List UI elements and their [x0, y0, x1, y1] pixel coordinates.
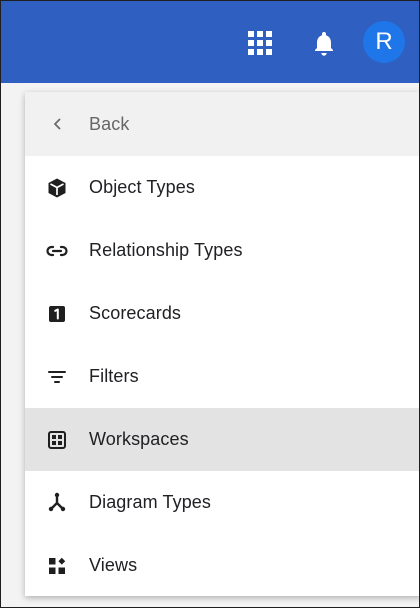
hub-icon	[25, 491, 89, 515]
views-icon	[25, 554, 89, 578]
menu-item-label: Views	[89, 555, 138, 575]
link-icon	[25, 239, 89, 263]
menu-item-label: Relationship Types	[89, 240, 243, 260]
menu-item-label: Object Types	[89, 177, 195, 197]
menu-item-label: Filters	[89, 366, 139, 386]
grid-apps-icon[interactable]	[247, 30, 273, 56]
menu-item-label: Diagram Types	[89, 492, 212, 512]
navigation-menu: Back Object Types Relationship Types Sco…	[25, 92, 419, 596]
back-label: Back	[89, 113, 130, 134]
chevron-left-icon	[25, 116, 89, 132]
menu-item-views[interactable]: Views	[25, 534, 419, 596]
menu-item-relationship-types[interactable]: Relationship Types	[25, 219, 419, 282]
back-button[interactable]: Back	[25, 92, 419, 156]
cube-icon	[25, 176, 89, 200]
menu-item-scorecards[interactable]: Scorecards	[25, 282, 419, 345]
avatar[interactable]: R	[363, 21, 405, 63]
filter-icon	[25, 365, 89, 389]
menu-item-label: Workspaces	[89, 429, 189, 449]
menu-item-filters[interactable]: Filters	[25, 345, 419, 408]
scorecard-icon	[25, 302, 89, 326]
menu-item-object-types[interactable]: Object Types	[25, 156, 419, 219]
menu-item-workspaces[interactable]: Workspaces	[25, 408, 419, 471]
app-window: R Back Object Types Relationship Types S…	[0, 0, 420, 608]
top-app-bar: R	[1, 1, 419, 83]
menu-item-diagram-types[interactable]: Diagram Types	[25, 471, 419, 534]
workspace-icon	[25, 428, 89, 452]
menu-item-label: Scorecards	[89, 303, 182, 323]
bell-icon[interactable]	[312, 30, 336, 58]
